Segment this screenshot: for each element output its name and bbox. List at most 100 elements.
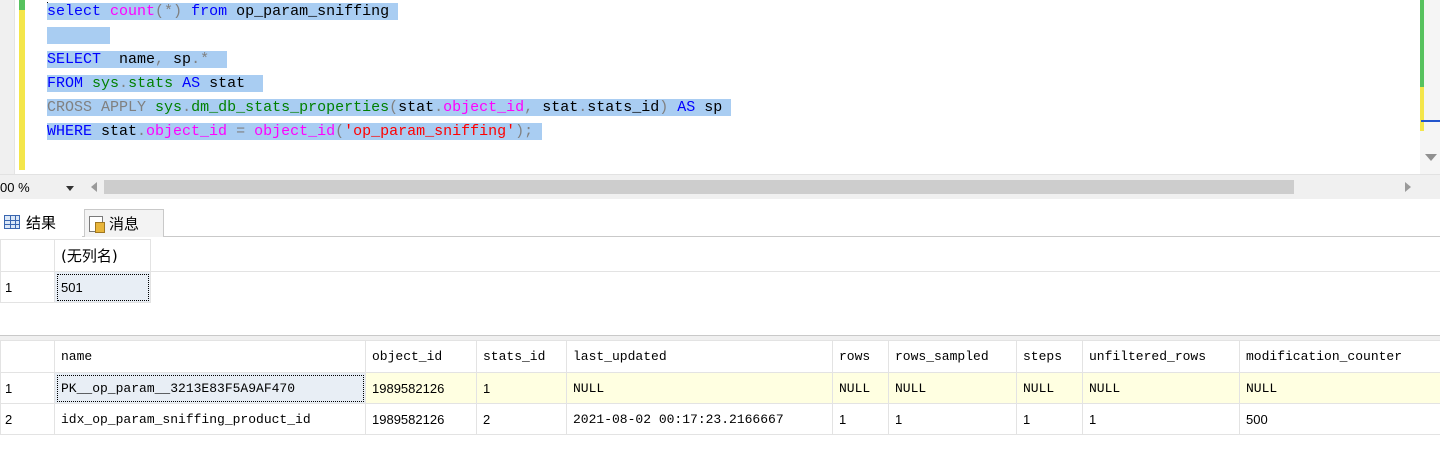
change-bar-unsaved [19,10,25,170]
overview-change-green [1420,0,1424,87]
code-token: FROM [47,75,84,92]
grid-header-row: name object_id stats_id last_updated row… [0,340,1440,373]
code-token: SELECT [47,51,102,68]
overview-change-yellow [1420,87,1424,131]
column-header-last-updated[interactable]: last_updated [566,340,833,373]
scroll-down-arrow-icon[interactable] [1425,154,1437,161]
grid-cell[interactable]: 2021-08-02 00:17:23.2166667 [566,403,833,435]
code-token: .* [191,51,210,68]
tab-messages-label: 消息 [109,216,140,233]
row-number[interactable]: 1 [0,372,55,404]
zoom-scroll-strip: 00 % [0,174,1440,199]
column-header-object-id[interactable]: object_id [365,340,477,373]
column-header-rows-sampled[interactable]: rows_sampled [888,340,1017,373]
code-token: sys [155,99,183,116]
code-token: count [110,3,156,20]
zoom-dropdown[interactable]: 00 % [0,178,86,197]
grid-cell[interactable]: NULL [832,372,889,404]
column-header-name[interactable]: name [54,340,366,373]
grid-cell[interactable]: 1989582126 [365,403,477,435]
header-filler [150,239,1440,272]
column-header-modification-counter[interactable]: modification_counter [1239,340,1440,373]
row-number[interactable]: 2 [0,403,55,435]
overview-caret-marker [1421,120,1440,122]
scroll-left-arrow-icon[interactable] [91,182,97,192]
row-header-corner[interactable] [0,239,55,272]
code-token: select [47,3,102,20]
code-area[interactable]: select count(*) from op_param_sniffing S… [47,0,732,144]
grid-cell[interactable]: NULL [1082,372,1240,404]
grid-cell[interactable]: 1 [888,403,1017,435]
grid-cell[interactable]: 1 [832,403,889,435]
code-token: 'op_param_sniffing' [344,123,516,140]
code-token: stat [398,99,435,116]
code-line-1: select count(*) from op_param_sniffing [47,0,731,24]
horizontal-scrollbar-thumb[interactable] [104,180,1294,194]
grid-cell[interactable]: 1 [1082,403,1240,435]
code-token: object_id [146,123,228,140]
code-token: ( [389,99,399,116]
scroll-right-arrow-icon[interactable] [1405,182,1411,192]
column-header-unfiltered-rows[interactable]: unfiltered_rows [1082,340,1240,373]
chevron-down-icon[interactable] [66,186,74,191]
grid-cell[interactable]: 1 [1016,403,1083,435]
code-line-4: FROM sys.stats AS stat [47,72,731,96]
messages-icon [89,215,105,233]
code-token: stat [533,99,579,116]
code-token: CROSS APPLY [47,99,147,116]
grid-cell[interactable]: 1 [476,372,567,404]
code-token: op_param_sniffing [227,3,399,20]
grid-cell[interactable]: 2 [476,403,567,435]
code-token: stat [200,75,264,92]
editor-gutter [0,0,15,174]
column-header-stats-id[interactable]: stats_id [476,340,567,373]
grid-cell[interactable]: 1989582126 [365,372,477,404]
code-token: from [191,3,228,20]
tab-results[interactable]: 结果 [0,207,82,237]
query-editor[interactable]: select count(*) from op_param_sniffing S… [0,0,1440,174]
code-token: sp [695,99,732,116]
row-header-corner[interactable] [0,340,55,373]
code-token: . [119,75,129,92]
vertical-scrollbar[interactable] [1420,0,1440,174]
grid-icon [4,215,20,229]
grid-cell[interactable]: NULL [888,372,1017,404]
tab-messages[interactable]: 消息 [84,209,164,237]
grid-cell[interactable]: NULL [1239,372,1440,404]
code-token: object_id [443,99,525,116]
row-number[interactable]: 1 [0,271,55,303]
table-row[interactable]: 2 idx_op_param_sniffing_product_id 19895… [0,403,1440,435]
grid-1-empty-area [0,304,1440,336]
code-token: sys [92,75,120,92]
code-token: name [101,51,156,68]
code-token: . [182,99,192,116]
code-token: ) [659,99,669,116]
grid-cell[interactable]: 501 [54,271,151,303]
code-token: AS [182,75,201,92]
grid-cell[interactable]: 500 [1239,403,1440,435]
grid-cell[interactable]: idx_op_param_sniffing_product_id [54,403,366,435]
column-header-steps[interactable]: steps [1016,340,1083,373]
code-line-2 [47,24,731,48]
code-token: object_id [254,123,336,140]
column-header-rows[interactable]: rows [832,340,889,373]
row-filler [151,272,1440,303]
grid-cell[interactable]: NULL [566,372,833,404]
code-token: dm_db_stats_properties [191,99,390,116]
table-row[interactable]: 1 501 [0,271,1440,303]
grid-cell[interactable]: PK__op_param__3213E83F5A9AF470 [54,372,366,404]
code-line-5: CROSS APPLY sys.dm_db_stats_properties(s… [47,96,732,120]
column-header[interactable]: (无列名) [54,239,151,272]
grid-cell[interactable]: NULL [1016,372,1083,404]
table-row[interactable]: 1 PK__op_param__3213E83F5A9AF470 1989582… [0,372,1440,404]
